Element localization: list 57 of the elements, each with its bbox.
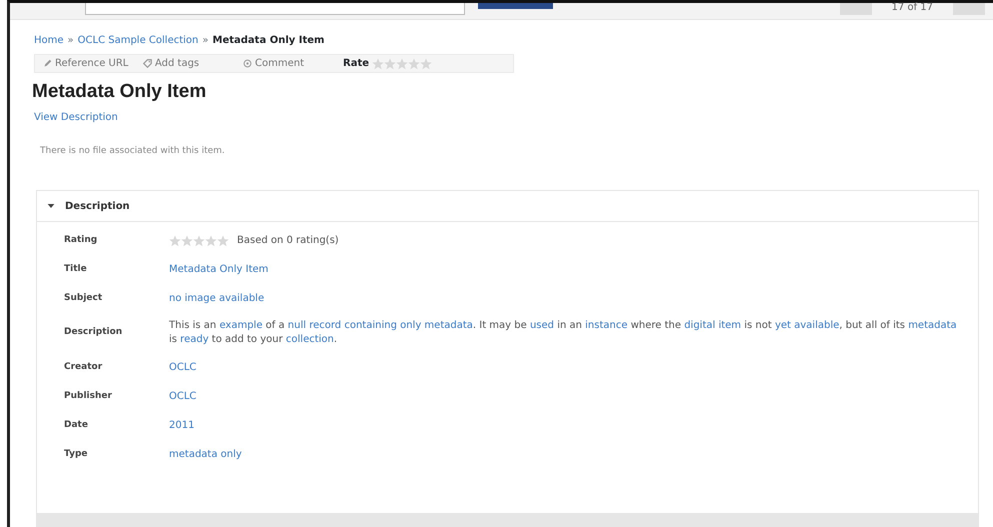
star-icon xyxy=(193,234,205,246)
previous-button[interactable] xyxy=(840,3,872,15)
circle-icon xyxy=(243,59,252,68)
star-icon xyxy=(205,234,217,246)
breadcrumb-current: Metadata Only Item xyxy=(212,34,324,48)
star-icon xyxy=(169,234,181,246)
view-description-link[interactable]: View Description xyxy=(34,110,118,124)
star-icon[interactable] xyxy=(408,58,420,70)
field-value-link[interactable]: OCLC xyxy=(169,362,196,372)
breadcrumb-link[interactable]: OCLC Sample Collection xyxy=(78,33,198,48)
field-value-link[interactable]: metadata only xyxy=(169,448,242,460)
no-file-note: There is no file associated with this item. xyxy=(39,144,226,158)
toolbar-link[interactable]: Add tags xyxy=(135,56,235,71)
breadcrumb-link[interactable]: Home xyxy=(34,33,64,48)
star-icon[interactable] xyxy=(384,58,396,70)
inline-link[interactable]: instance xyxy=(585,320,628,331)
toolbar-link[interactable]: Comment xyxy=(235,56,335,71)
star-icon xyxy=(181,234,193,246)
star-icon[interactable] xyxy=(372,58,384,70)
star-icon[interactable] xyxy=(396,58,408,70)
search-button[interactable] xyxy=(478,3,553,9)
panel-header[interactable]: Description xyxy=(37,191,978,222)
inline-link[interactable]: digital item xyxy=(684,320,742,331)
item-title: Metadata Only Item xyxy=(32,80,208,104)
field-value-link[interactable]: Metadata Only Item xyxy=(169,264,268,274)
field-label: Title xyxy=(64,262,88,276)
breadcrumb-separator: » xyxy=(202,34,209,48)
inline-link[interactable]: used xyxy=(530,320,554,331)
field-label: Publisher xyxy=(64,390,113,403)
tag-icon xyxy=(143,59,152,68)
pager-text: 17 of 17 xyxy=(892,3,933,13)
rate-label: Rate xyxy=(343,57,370,71)
inline-link[interactable]: metadata xyxy=(908,320,957,331)
field-value-link[interactable]: no image available xyxy=(169,292,264,304)
rating-text: Based on 0 rating(s) xyxy=(237,234,339,248)
field-value-link[interactable]: 2011 xyxy=(169,420,194,430)
star-icon[interactable] xyxy=(420,58,432,70)
inline-link[interactable]: collection xyxy=(286,334,334,345)
toolbar-link[interactable]: Reference URL xyxy=(35,56,135,71)
inline-link[interactable]: yet available xyxy=(774,320,840,331)
field-label: Creator xyxy=(64,360,104,374)
field-label: Type xyxy=(64,448,88,461)
inline-link[interactable]: example xyxy=(219,320,262,331)
field-label: Subject xyxy=(64,292,104,305)
field-label: Description xyxy=(64,326,124,340)
star-icon xyxy=(217,234,229,246)
field-label: Date xyxy=(64,418,89,432)
description-text: This is an example of a null record containing only metadata. It may be used in an instance where the digital item is not yet available, but all of its metadata is ready to add to your collection. xyxy=(169,320,957,345)
inline-link[interactable]: null record containing only metadata xyxy=(288,320,473,331)
search-field[interactable] xyxy=(85,3,465,15)
inline-link[interactable]: ready xyxy=(180,334,209,345)
panel-title: Description xyxy=(65,200,130,214)
breadcrumb-separator: » xyxy=(68,34,74,48)
field-label: Rating xyxy=(64,234,98,247)
next-button[interactable] xyxy=(953,3,985,15)
pencil-icon xyxy=(43,59,52,68)
field-value-link[interactable]: OCLC xyxy=(169,390,196,402)
